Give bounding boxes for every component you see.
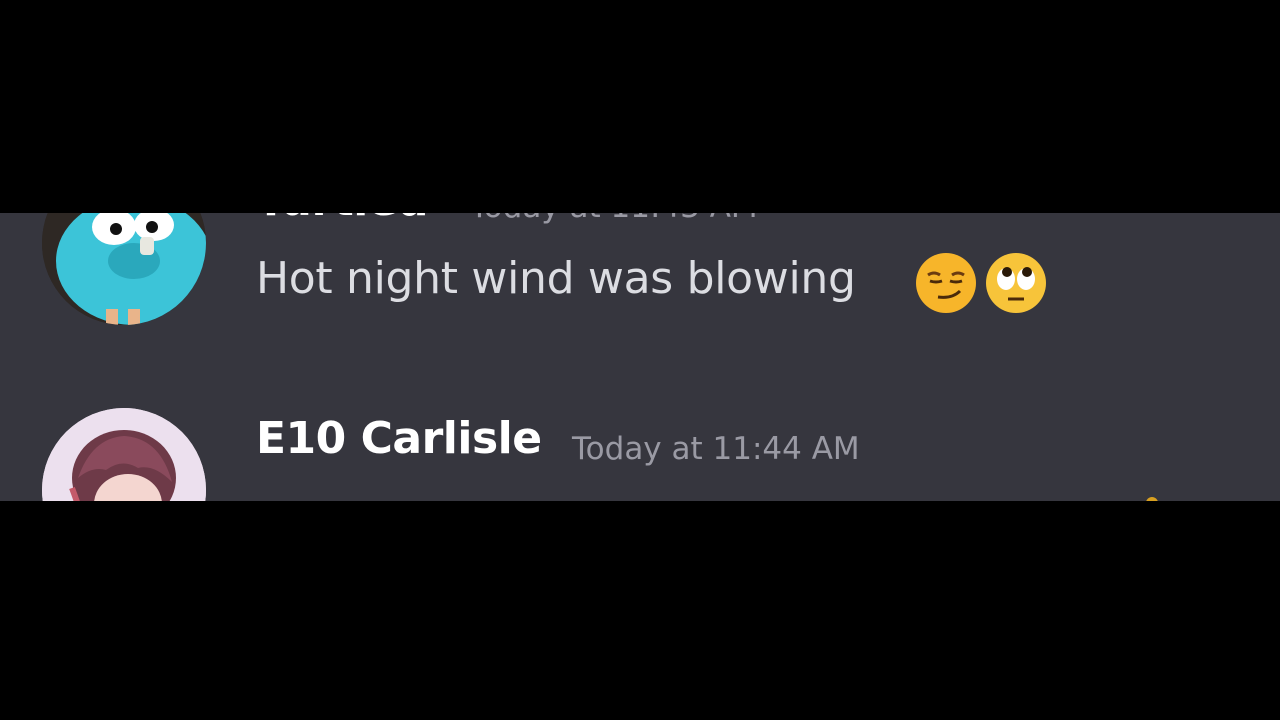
message-timestamp: Today at 11:43 AM xyxy=(470,213,758,225)
message-author-name[interactable]: Turtled xyxy=(256,213,429,226)
user-avatar-e10-carlisle[interactable] xyxy=(42,408,206,501)
anime-character-avatar-image xyxy=(42,408,206,501)
message-timestamp: Today at 11:44 AM xyxy=(572,431,860,467)
smirk-emoji-icon xyxy=(916,253,976,313)
eye-roll-emoji-icon xyxy=(986,253,1046,313)
cartoon-cat-avatar-image xyxy=(42,213,206,325)
message-author-name[interactable]: E10 Carlisle xyxy=(256,413,542,464)
chat-message-list: Turtled Today at 11:43 AM Hot night wind… xyxy=(0,213,1280,501)
partial-emoji-icon xyxy=(1146,497,1158,501)
message-content: Hot night wind was blowing xyxy=(256,253,856,304)
user-avatar-turtled[interactable] xyxy=(42,213,206,325)
